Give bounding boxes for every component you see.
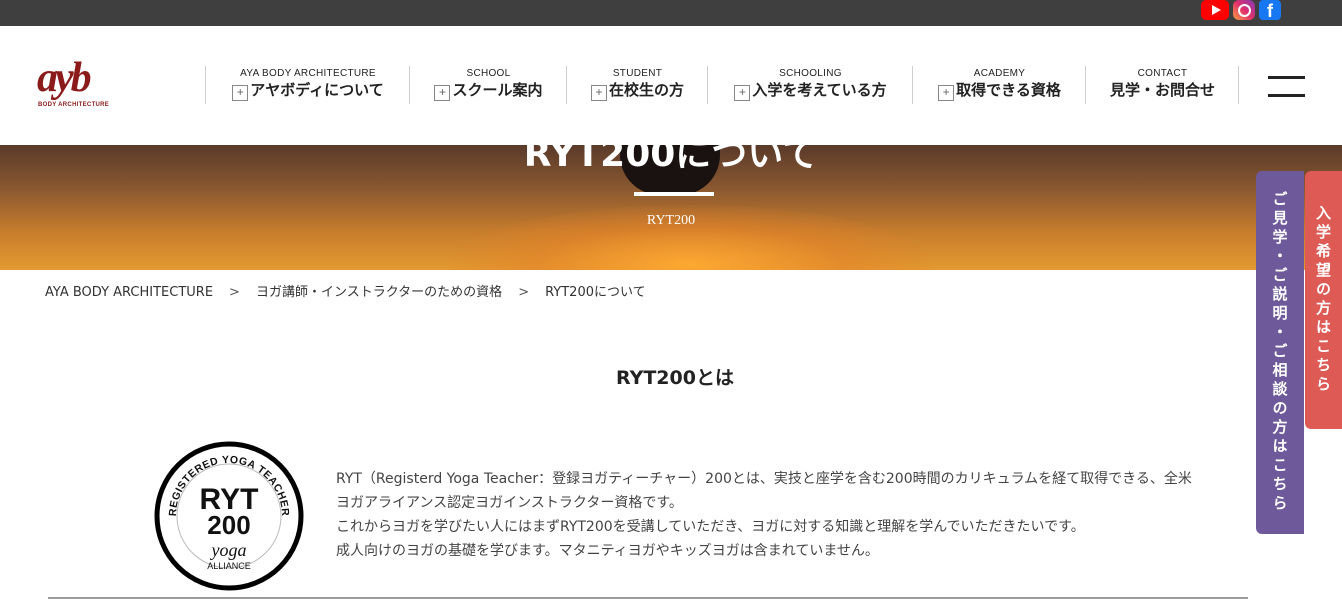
breadcrumb-qualifications[interactable]: ヨガ講師・インストラクターのための資格 <box>256 285 502 300</box>
breadcrumb-separator: > <box>229 285 240 300</box>
nav-item-ja-label: 取得できる資格 <box>956 81 1061 99</box>
nav-item-en-label: AYA BODY ARCHITECTURE <box>240 68 376 79</box>
plus-icon: + <box>232 85 249 101</box>
nav-item-en-label: ACADEMY <box>973 68 1026 79</box>
hero-subtitle: RYT200 <box>646 213 696 228</box>
admission-tab[interactable]: 入学希望の方はこちら <box>1305 171 1342 429</box>
nav-item-contact[interactable]: CONTACT 見学・お問合せ <box>1085 66 1239 104</box>
top-bar <box>0 0 1342 26</box>
breadcrumb-home[interactable]: AYA BODY ARCHITECTURE <box>45 285 213 300</box>
nav-item-ja-label: 見学・お問合せ <box>1109 81 1215 99</box>
plus-icon: + <box>434 85 451 101</box>
description-paragraph: 成人向けのヨガの基礎を学びます。マタニティヨガやキッズヨガは含まれていません。 <box>336 543 879 559</box>
section-title: RYT200とは <box>616 367 734 389</box>
badge-200-text: 200 <box>207 510 250 540</box>
instagram-icon[interactable] <box>1233 0 1255 20</box>
nav-item-academy[interactable]: ACADEMY + 取得できる資格 <box>912 66 1086 104</box>
nav-item-student[interactable]: STUDENT + 在校生の方 <box>566 66 708 104</box>
nav-item-ja-label: アヤボディについて <box>250 81 384 99</box>
youtube-icon[interactable] <box>1201 0 1229 20</box>
nav-item-school[interactable]: SCHOOL + スクール案内 <box>409 66 567 104</box>
hamburger-menu-icon[interactable] <box>1268 76 1305 98</box>
nav-item-ja-label: 入学を考えている方 <box>752 81 887 99</box>
description-paragraph: RYT（Registerd Yoga Teacher：登録ヨガティーチャー）20… <box>336 471 1192 511</box>
ryt200-badge-logo: REGISTERED YOGA TEACHER RYT 200 yoga ALL… <box>154 441 304 591</box>
nav-item-en-label: SCHOOL <box>466 68 511 79</box>
breadcrumb-current: RYT200について <box>545 285 646 300</box>
hero-title: RYT200について <box>523 145 819 175</box>
site-header: ayb BODY ARCHITECTURE AYA BODY ARCHITECT… <box>0 26 1342 145</box>
badge-yoga-text: yoga <box>210 540 247 560</box>
nav-divider <box>1238 66 1239 104</box>
breadcrumb: AYA BODY ARCHITECTURE > ヨガ講師・インストラクターのための資… <box>45 281 646 300</box>
nav-item-about[interactable]: AYA BODY ARCHITECTURE + アヤボディについて <box>205 66 410 104</box>
visit-consultation-tab[interactable]: ご見学・ご説明・ご相談の方はこちら <box>1256 171 1304 534</box>
nav-item-en-label: CONTACT <box>1137 68 1188 79</box>
badge-alliance-text: ALLIANCE <box>207 561 251 571</box>
logo-subtitle: BODY ARCHITECTURE <box>38 102 110 108</box>
nav-item-en-label: SCHOOLING <box>779 68 842 79</box>
hero-divider <box>634 192 714 196</box>
nav-item-ja-label: 在校生の方 <box>608 81 684 99</box>
nav-item-schooling[interactable]: SCHOOLING + 入学を考えている方 <box>707 66 913 104</box>
facebook-icon[interactable]: f <box>1259 0 1281 21</box>
description-text: RYT（Registerd Yoga Teacher：登録ヨガティーチャー）20… <box>336 467 1196 563</box>
plus-icon: + <box>590 85 607 101</box>
plus-icon: + <box>734 85 751 101</box>
site-logo[interactable]: ayb BODY ARCHITECTURE <box>37 55 115 112</box>
logo-wordmark: ayb <box>37 55 92 101</box>
plus-icon: + <box>938 85 955 101</box>
breadcrumb-separator: > <box>518 285 530 300</box>
hero-banner: RYT200について RYT200 <box>0 145 1342 270</box>
nav-item-en-label: STUDENT <box>612 68 663 79</box>
nav-item-ja-label: スクール案内 <box>452 81 543 99</box>
description-paragraph: これからヨガを学びたい人にはまずRYT200を受講していただき、ヨガに対する知識… <box>336 519 1085 535</box>
